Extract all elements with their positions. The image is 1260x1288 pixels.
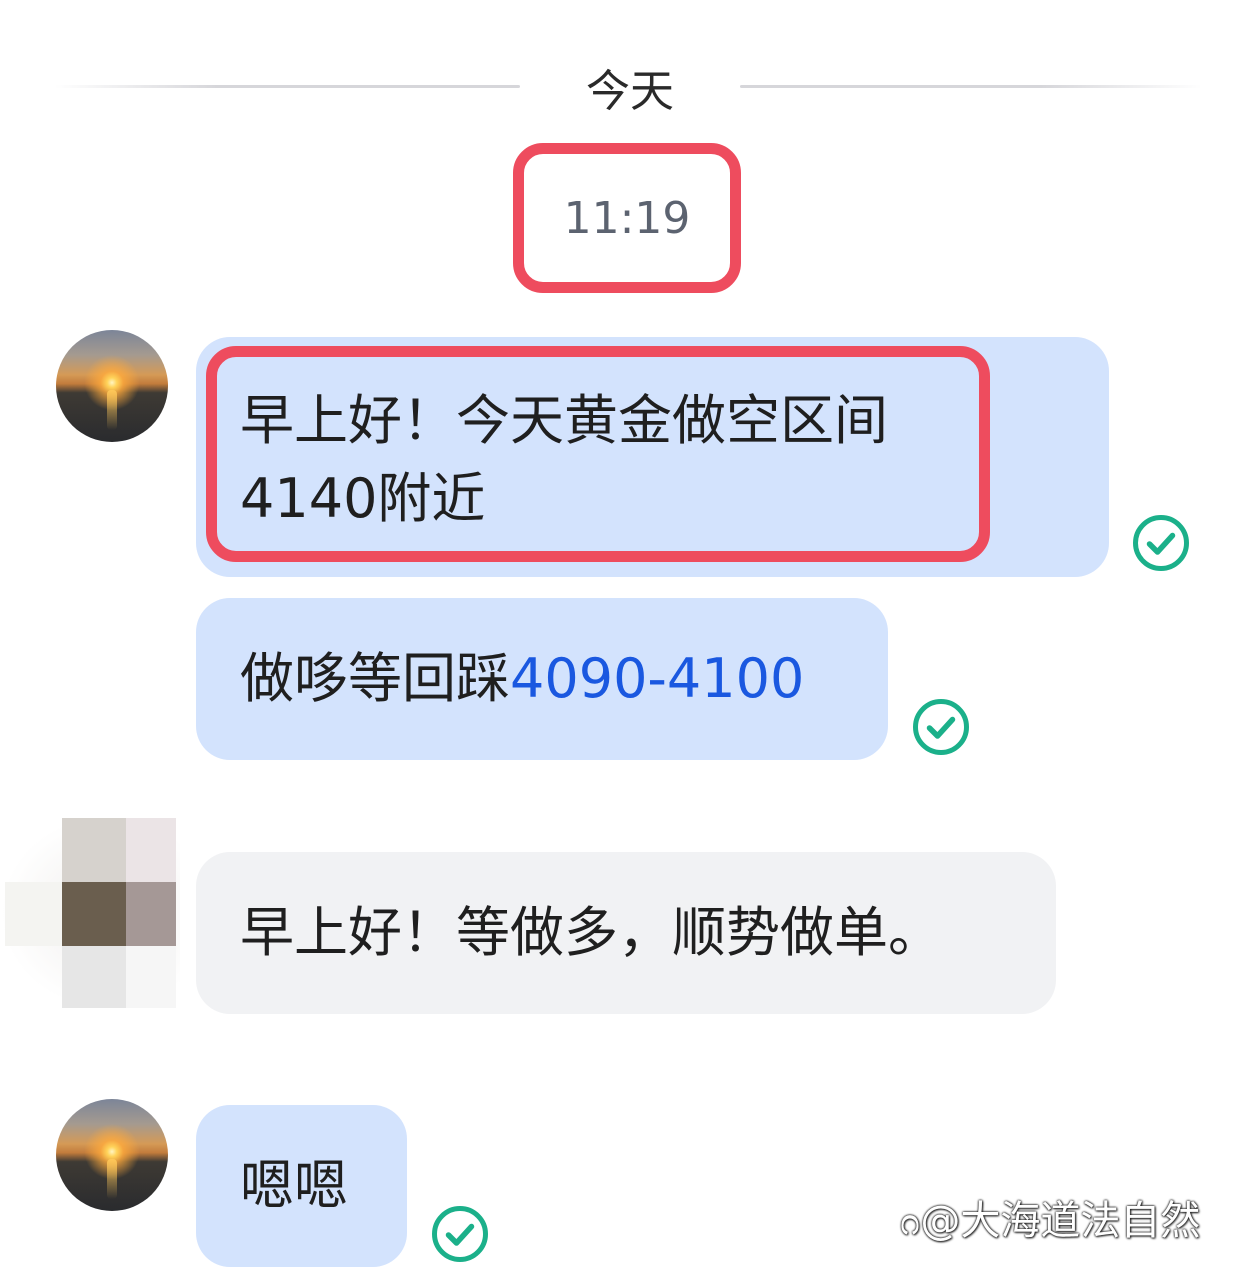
- sunset-reflection: [107, 1159, 117, 1199]
- check-circle-icon: [1133, 515, 1189, 571]
- message-bubble-4[interactable]: 嗯嗯: [196, 1105, 407, 1267]
- check-circle-icon: [913, 699, 969, 755]
- watermark: ᦅ@大海道法自然: [900, 1198, 1201, 1244]
- message-2-prefix: 做哆等回踩: [240, 647, 510, 710]
- message-bubble-2[interactable]: 做哆等回踩4090-4100: [196, 598, 888, 760]
- message-2-text: 做哆等回踩4090-4100: [240, 640, 804, 718]
- message-highlight-box: [206, 346, 990, 562]
- sunset-reflection: [107, 390, 117, 430]
- message-bubble-3[interactable]: 早上好！等做多，顺势做单。: [196, 852, 1056, 1014]
- contact-avatar-pixelated[interactable]: [0, 815, 180, 1010]
- my-avatar[interactable]: [56, 330, 168, 442]
- timestamp-highlight-box: [513, 143, 741, 293]
- date-divider-label: 今天: [586, 66, 674, 117]
- check-circle-icon: [432, 1206, 488, 1262]
- message-3-text: 早上好！等做多，顺势做单。: [240, 901, 942, 964]
- my-avatar[interactable]: [56, 1099, 168, 1211]
- divider-line-right: [740, 85, 1202, 88]
- divider-line-left: [55, 85, 520, 88]
- price-range-link[interactable]: 4090-4100: [510, 647, 804, 710]
- message-4-text: 嗯嗯: [240, 1154, 348, 1217]
